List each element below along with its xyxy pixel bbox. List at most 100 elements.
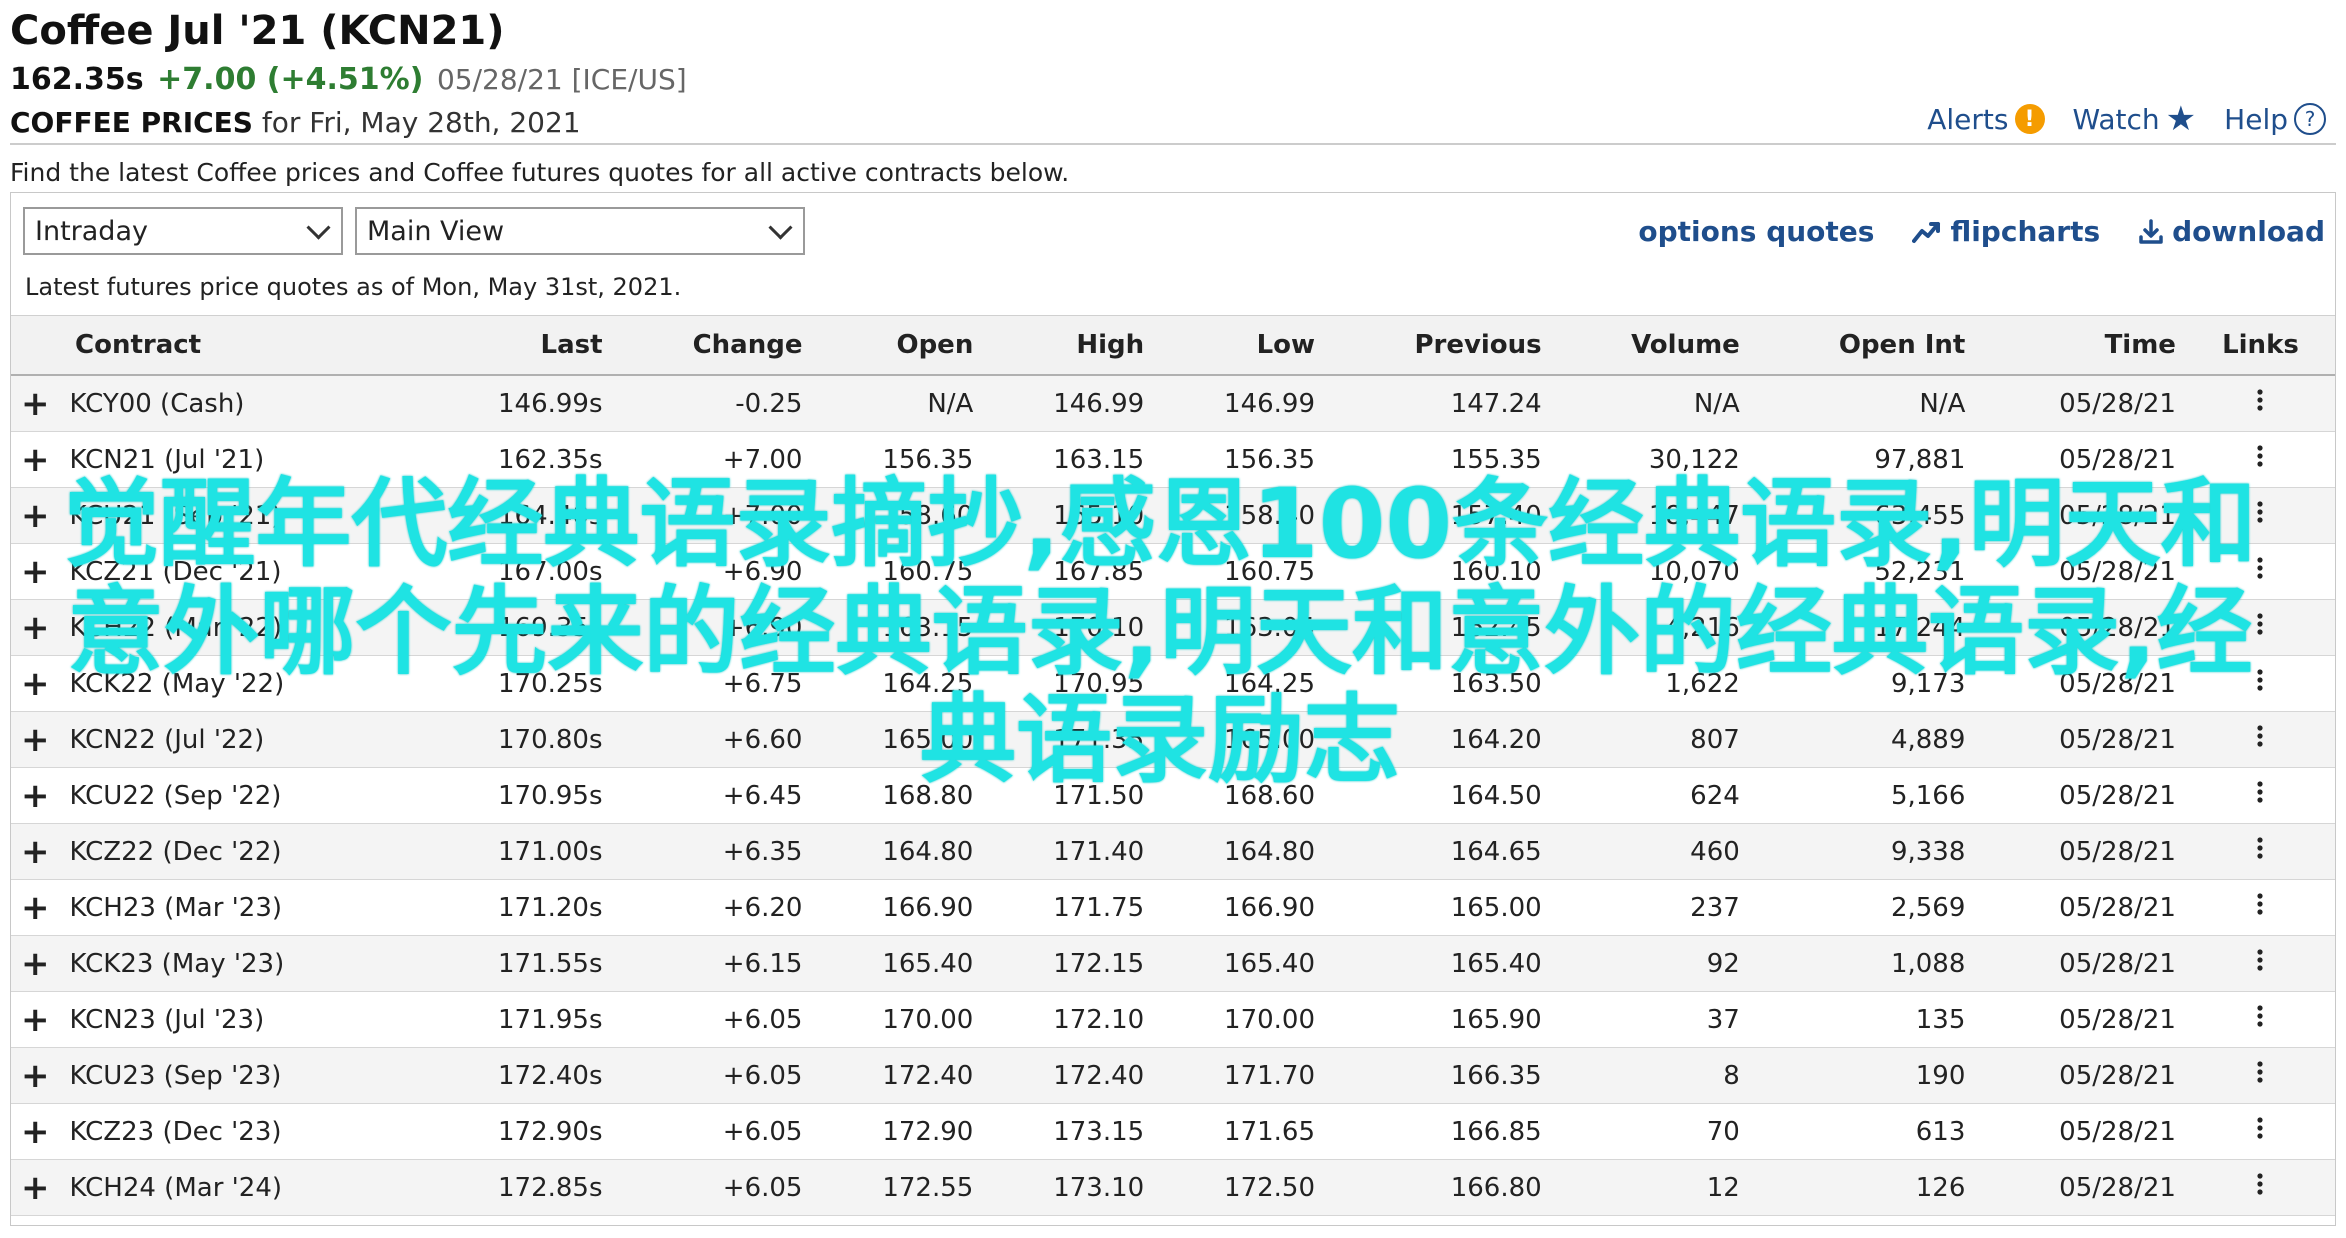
intro-text: Find the latest Coffee prices and Coffee… — [10, 158, 1070, 187]
column-header-contract[interactable]: Contract — [11, 315, 421, 376]
cell-last: 164.40s — [420, 487, 613, 544]
cell-low: 164.80 — [1154, 823, 1326, 880]
column-header-change[interactable]: Change — [612, 315, 813, 376]
cell-open-int: 1,088 — [1749, 935, 1976, 992]
flipcharts-link[interactable]: flipcharts — [1912, 215, 2100, 248]
kebab-menu-icon[interactable] — [2185, 599, 2335, 656]
plus-icon[interactable]: + — [11, 767, 60, 824]
contract-link[interactable]: KCN21 (Jul '21) — [59, 431, 421, 488]
table-row: + KCZ21 (Dec '21) 167.00s +6.90 160.75 167.85… — [11, 543, 2335, 600]
panel-tools: options quotes flipcharts download — [1638, 215, 2325, 248]
cell-volume: 12 — [1551, 1159, 1750, 1216]
cell-volume: 37 — [1551, 991, 1750, 1048]
cell-open: 165.40 — [812, 935, 984, 992]
plus-icon[interactable]: + — [11, 655, 60, 712]
alerts-label: Alerts — [1927, 102, 2009, 136]
plus-icon[interactable]: + — [11, 935, 60, 992]
cell-change: +6.75 — [612, 655, 813, 712]
top-actions: Alerts ! Watch ★ Help ? — [1927, 102, 2326, 136]
contract-link[interactable]: KCU21 (Sep '21) — [59, 487, 421, 544]
cell-previous: 166.80 — [1325, 1159, 1552, 1216]
plus-icon[interactable]: + — [11, 1103, 60, 1160]
kebab-menu-icon[interactable] — [2185, 879, 2335, 936]
kebab-menu-icon[interactable] — [2185, 1159, 2335, 1216]
contract-link[interactable]: KCH22 (Mar '22) — [59, 599, 421, 656]
kebab-menu-icon[interactable] — [2185, 767, 2335, 824]
cell-low: 163.05 — [1154, 599, 1326, 656]
cell-volume: 10,070 — [1551, 543, 1750, 600]
table-row: + KCN23 (Jul '23) 171.95s +6.05 170.00 172.10… — [11, 991, 2335, 1048]
plus-icon[interactable]: + — [11, 1159, 60, 1216]
contract-link[interactable]: KCN23 (Jul '23) — [59, 991, 421, 1048]
cell-time: 05/28/21 — [1975, 655, 2186, 712]
contract-link[interactable]: KCZ21 (Dec '21) — [59, 543, 421, 600]
kebab-menu-icon[interactable] — [2185, 487, 2335, 544]
plus-icon[interactable]: + — [11, 431, 60, 488]
help-link[interactable]: Help ? — [2224, 103, 2326, 136]
alerts-link[interactable]: Alerts ! — [1927, 102, 2045, 136]
prices-label: COFFEE PRICES — [10, 106, 253, 139]
column-header-last[interactable]: Last — [420, 315, 613, 376]
kebab-menu-icon[interactable] — [2185, 1103, 2335, 1160]
contract-link[interactable]: KCZ23 (Dec '23) — [59, 1103, 421, 1160]
plus-icon[interactable]: + — [11, 823, 60, 880]
chevron-down-icon — [306, 215, 331, 240]
contract-link[interactable]: KCK22 (May '22) — [59, 655, 421, 712]
download-link[interactable]: download — [2138, 215, 2325, 248]
period-select[interactable]: Intraday — [23, 207, 343, 255]
cell-change: +6.60 — [612, 711, 813, 768]
plus-icon[interactable]: + — [11, 487, 60, 544]
cell-high: 171.35 — [983, 711, 1155, 768]
cell-open: 165.00 — [812, 711, 984, 768]
cell-time: 05/28/21 — [1975, 991, 2186, 1048]
kebab-menu-icon[interactable] — [2185, 655, 2335, 712]
column-header-open[interactable]: Open — [812, 315, 984, 376]
cell-previous: 166.85 — [1325, 1103, 1552, 1160]
plus-icon[interactable]: + — [11, 1047, 60, 1104]
column-header-previous[interactable]: Previous — [1325, 315, 1552, 376]
contract-link[interactable]: KCU22 (Sep '22) — [59, 767, 421, 824]
contract-link[interactable]: KCH24 (Mar '24) — [59, 1159, 421, 1216]
contract-link[interactable]: KCY00 (Cash) — [59, 375, 421, 432]
kebab-menu-icon[interactable] — [2185, 1047, 2335, 1104]
quote-date-exchange: 05/28/21 [ICE/US] — [436, 63, 687, 96]
plus-icon[interactable]: + — [11, 879, 60, 936]
kebab-menu-icon[interactable] — [2185, 375, 2335, 432]
contract-link[interactable]: KCN22 (Jul '22) — [59, 711, 421, 768]
page-title: Coffee Jul '21 (KCN21) — [10, 8, 505, 54]
cell-last: 172.40s — [420, 1047, 613, 1104]
kebab-menu-icon[interactable] — [2185, 711, 2335, 768]
column-header-high[interactable]: High — [983, 315, 1155, 376]
cell-change: +6.35 — [612, 823, 813, 880]
contract-link[interactable]: KCH23 (Mar '23) — [59, 879, 421, 936]
options-quotes-link[interactable]: options quotes — [1638, 215, 1874, 248]
view-select[interactable]: Main View — [355, 207, 805, 255]
cell-time: 05/28/21 — [1975, 599, 2186, 656]
kebab-menu-icon[interactable] — [2185, 823, 2335, 880]
column-header-volume[interactable]: Volume — [1551, 315, 1750, 376]
table-row: + KCK23 (May '23) 171.55s +6.15 165.40 172.15… — [11, 935, 2335, 992]
watch-link[interactable]: Watch ★ — [2073, 102, 2197, 136]
table-row: + KCN22 (Jul '22) 170.80s +6.60 165.00 171.35… — [11, 711, 2335, 768]
plus-icon[interactable]: + — [11, 375, 60, 432]
column-header-open-int[interactable]: Open Int — [1749, 315, 1976, 376]
cell-open-int: 9,338 — [1749, 823, 1976, 880]
plus-icon[interactable]: + — [11, 543, 60, 600]
cell-time: 05/28/21 — [1975, 375, 2186, 432]
kebab-menu-icon[interactable] — [2185, 543, 2335, 600]
kebab-menu-icon[interactable] — [2185, 935, 2335, 992]
column-header-time[interactable]: Time — [1975, 315, 2186, 376]
contract-link[interactable]: KCZ22 (Dec '22) — [59, 823, 421, 880]
plus-icon[interactable]: + — [11, 711, 60, 768]
contract-link[interactable]: KCK23 (May '23) — [59, 935, 421, 992]
column-header-low[interactable]: Low — [1154, 315, 1326, 376]
cell-time: 05/28/21 — [1975, 1159, 2186, 1216]
cell-open: 172.40 — [812, 1047, 984, 1104]
kebab-menu-icon[interactable] — [2185, 991, 2335, 1048]
table-row: + KCY00 (Cash) 146.99s -0.25 N/A 146.99 146.99… — [11, 375, 2335, 432]
plus-icon[interactable]: + — [11, 991, 60, 1048]
contract-link[interactable]: KCU23 (Sep '23) — [59, 1047, 421, 1104]
plus-icon[interactable]: + — [11, 599, 60, 656]
kebab-menu-icon[interactable] — [2185, 431, 2335, 488]
cell-change: +6.05 — [612, 1047, 813, 1104]
